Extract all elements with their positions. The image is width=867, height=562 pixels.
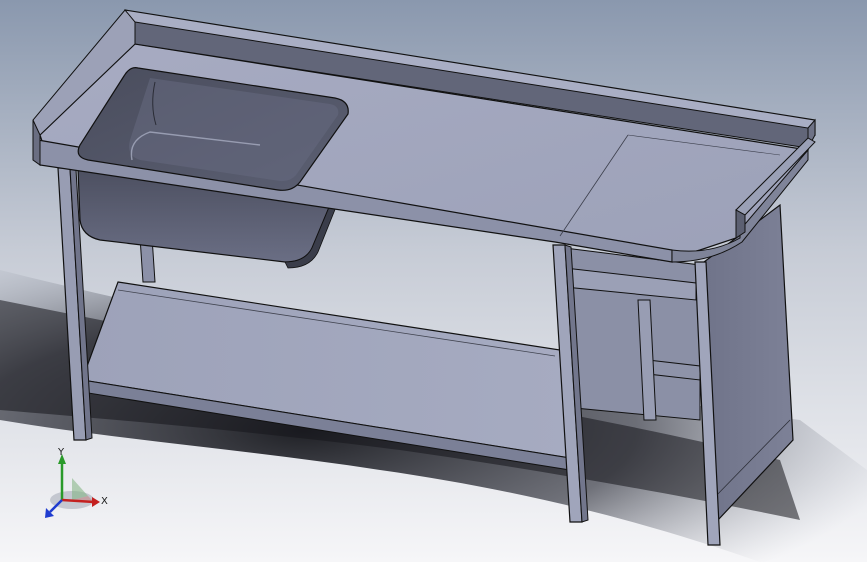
x-axis-label: X: [101, 496, 108, 507]
model-canvas[interactable]: Y X: [0, 0, 867, 562]
y-axis-label: Y: [57, 447, 65, 458]
cad-viewport[interactable]: Y X: [0, 0, 867, 562]
